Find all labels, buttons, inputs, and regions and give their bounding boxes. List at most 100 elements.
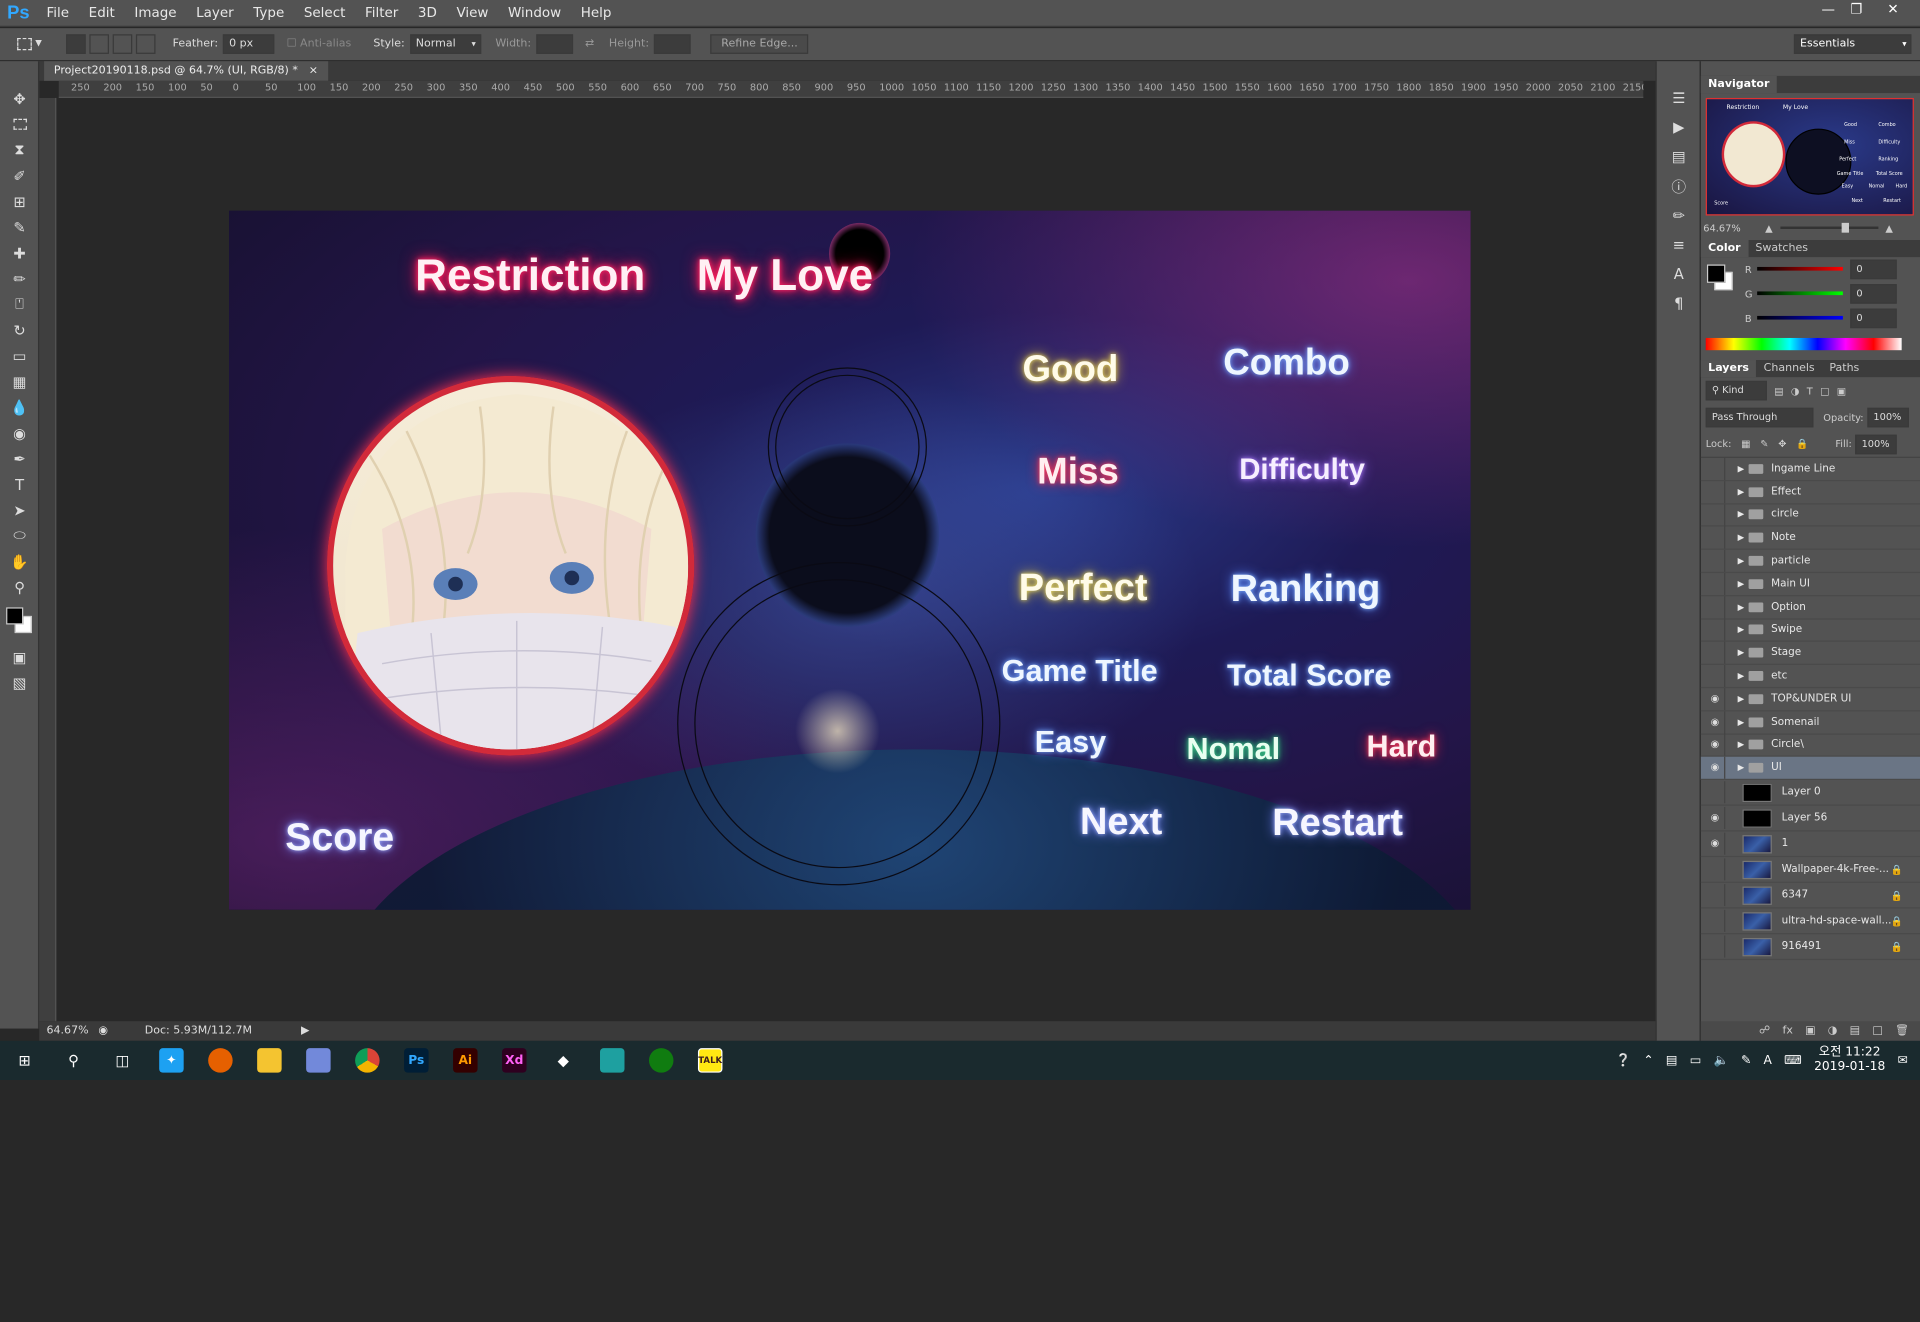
expand-group-icon[interactable]: ▶	[1738, 487, 1745, 497]
expand-group-icon[interactable]: ▶	[1738, 648, 1745, 658]
adjustments-panel-icon[interactable]: ≡	[1657, 230, 1701, 259]
info-panel-icon[interactable]: ⓘ	[1657, 171, 1701, 200]
height-input[interactable]	[653, 34, 691, 54]
visibility-eye-icon[interactable]: ◉	[1706, 734, 1726, 757]
type-tool-icon[interactable]: T	[0, 471, 39, 497]
actions-panel-icon[interactable]: ▶	[1657, 113, 1701, 142]
expand-group-icon[interactable]: ▶	[1738, 510, 1745, 520]
twitter-app-icon[interactable]: ✦	[147, 1041, 196, 1080]
g-slider[interactable]	[1757, 291, 1843, 296]
new-layer-icon[interactable]: □	[1872, 1025, 1882, 1037]
crop-tool-icon[interactable]: ⊞	[0, 189, 39, 215]
illustrator-app-icon[interactable]: Ai	[441, 1041, 490, 1080]
windows-start-icon[interactable]: ⊞	[0, 1041, 49, 1080]
eyedropper-tool-icon[interactable]: ✎	[0, 214, 39, 240]
r-slider[interactable]	[1757, 266, 1843, 271]
expand-group-icon[interactable]: ▶	[1738, 694, 1745, 704]
menu-help[interactable]: Help	[571, 5, 621, 21]
xbox-app-icon[interactable]	[637, 1041, 686, 1080]
layer-row[interactable]: ▶ Note	[1700, 526, 1920, 551]
xd-app-icon[interactable]: Xd	[490, 1041, 539, 1080]
lock-transparency-icon[interactable]: ▦	[1741, 438, 1750, 449]
visibility-eye-icon[interactable]: ◉	[1706, 832, 1726, 855]
app-icon-teal[interactable]	[588, 1041, 637, 1080]
visibility-eye-icon[interactable]	[1706, 595, 1726, 618]
expand-group-icon[interactable]: ▶	[1738, 602, 1745, 612]
eraser-tool-icon[interactable]: ▭	[0, 343, 39, 369]
network-tray-icon[interactable]: ▤	[1666, 1054, 1678, 1067]
firefox-app-icon[interactable]	[196, 1041, 245, 1080]
visibility-eye-icon[interactable]	[1706, 935, 1726, 958]
visibility-eye-icon[interactable]	[1706, 641, 1726, 665]
expand-group-icon[interactable]: ▶	[1738, 740, 1745, 750]
layer-row[interactable]: ▶ Option	[1700, 595, 1920, 620]
minimize-button[interactable]: —	[1815, 0, 1842, 20]
layer-row[interactable]: Wallpaper-4k-Free-... 🔒	[1700, 857, 1920, 884]
visibility-eye-icon[interactable]	[1706, 457, 1726, 480]
lasso-tool-icon[interactable]: ⧗	[0, 137, 39, 163]
visibility-eye-icon[interactable]	[1706, 549, 1726, 572]
paragraph-panel-icon[interactable]: ¶	[1657, 289, 1701, 318]
lock-all-icon[interactable]: 🔒	[1796, 438, 1808, 449]
expand-group-icon[interactable]: ▶	[1738, 533, 1745, 543]
close-window-button[interactable]: ✕	[1880, 0, 1907, 20]
zoom-tool-icon[interactable]: ⚲	[0, 574, 39, 600]
zoom-level[interactable]: 64.67%	[47, 1025, 89, 1037]
display-tray-icon[interactable]: ▭	[1690, 1054, 1702, 1067]
layer-row[interactable]: ▶ Main UI	[1700, 572, 1920, 597]
menu-3d[interactable]: 3D	[408, 5, 447, 21]
layer-row[interactable]: ◉ ▶ TOP&UNDER UI	[1700, 688, 1920, 712]
menu-image[interactable]: Image	[125, 5, 187, 21]
artboard[interactable]: Restriction My Love Good Combo Miss Diff…	[228, 210, 1471, 910]
help-tray-icon[interactable]: ❔	[1616, 1054, 1631, 1067]
delete-layer-icon[interactable]: 🗑	[1895, 1025, 1909, 1037]
zoom-in-icon[interactable]: ▲	[1885, 222, 1893, 233]
quick-select-tool-icon[interactable]: ✐	[0, 163, 39, 189]
blend-mode-select[interactable]: Pass Through	[1705, 407, 1814, 428]
pen-tray-icon[interactable]: ✎	[1741, 1054, 1751, 1067]
filter-pixel-icon[interactable]: ▤	[1774, 385, 1783, 396]
width-input[interactable]	[535, 34, 573, 54]
color-spectrum[interactable]	[1705, 337, 1902, 351]
r-value[interactable]: 0	[1850, 259, 1897, 280]
layer-row[interactable]: ◉ 1	[1700, 832, 1920, 858]
intersect-selection-button[interactable]	[135, 34, 156, 54]
healing-tool-icon[interactable]: ✚	[0, 240, 39, 266]
zoom-out-icon[interactable]: ▲	[1765, 222, 1773, 233]
zoom-slider[interactable]	[1780, 222, 1878, 233]
refine-edge-button[interactable]: Refine Edge...	[710, 34, 809, 54]
layer-row[interactable]: ultra-hd-space-wall... 🔒	[1700, 909, 1920, 935]
menu-select[interactable]: Select	[294, 5, 355, 21]
g-value[interactable]: 0	[1850, 284, 1897, 304]
visibility-eye-icon[interactable]	[1706, 781, 1726, 804]
document-tab[interactable]: Project20190118.psd @ 64.7% (UI, RGB/8) …	[44, 61, 328, 81]
expand-group-icon[interactable]: ▶	[1738, 556, 1745, 566]
expand-group-icon[interactable]: ▶	[1738, 464, 1745, 474]
fill-input[interactable]: 100%	[1855, 434, 1898, 454]
layer-filter-select[interactable]: ⚲ Kind	[1705, 380, 1767, 401]
status-menu-arrow-icon[interactable]: ▶	[301, 1025, 309, 1037]
lock-position-icon[interactable]: ✥	[1778, 438, 1786, 449]
visibility-eye-icon[interactable]	[1706, 858, 1726, 881]
style-select[interactable]: Normal ▾	[409, 34, 481, 54]
feather-input[interactable]: 0 px	[222, 34, 275, 54]
menu-file[interactable]: File	[37, 5, 79, 21]
opacity-input[interactable]: 100%	[1867, 407, 1909, 428]
properties-panel-icon[interactable]: ▤	[1657, 142, 1701, 171]
character-panel-icon[interactable]: A	[1657, 260, 1701, 289]
photoshop-app-icon[interactable]: Ps	[392, 1041, 441, 1080]
layer-row[interactable]: ◉ Layer 56	[1700, 806, 1920, 832]
shape-tool-icon[interactable]: ⬭	[0, 523, 39, 549]
filter-adjustment-icon[interactable]: ◑	[1791, 385, 1800, 396]
new-selection-button[interactable]	[66, 34, 86, 54]
layer-row[interactable]: ▶ etc	[1700, 664, 1920, 689]
visibility-eye-icon[interactable]	[1706, 664, 1726, 688]
swap-icon[interactable]: ⇄	[585, 38, 594, 50]
add-mask-icon[interactable]: ▣	[1805, 1025, 1815, 1037]
marquee-tool-preset[interactable]: ▼	[0, 37, 59, 51]
unity-app-icon[interactable]: ◆	[539, 1041, 588, 1080]
keyboard-tray-icon[interactable]: ⌨	[1784, 1054, 1802, 1067]
brush-panel-icon[interactable]: ✏	[1657, 201, 1701, 230]
screen-mode-icon[interactable]: ▧	[0, 670, 39, 696]
visibility-eye-icon[interactable]	[1706, 884, 1726, 907]
